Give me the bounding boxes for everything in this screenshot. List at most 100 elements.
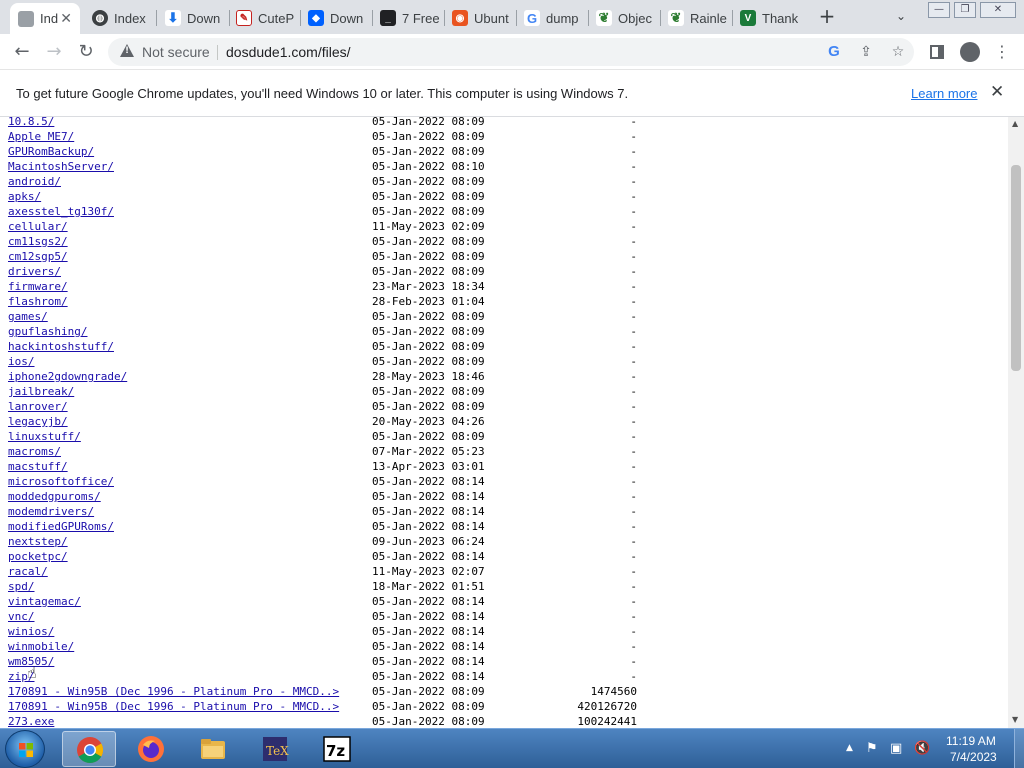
tab[interactable]: ◆ Down — [300, 4, 372, 32]
file-link[interactable]: drivers/ — [8, 264, 61, 279]
profile-avatar-icon[interactable] — [960, 42, 980, 62]
taskbar-7zip-button[interactable]: 7z — [310, 731, 364, 767]
tab[interactable]: ❦ Objec — [588, 4, 660, 32]
v-icon: V — [740, 10, 756, 26]
firefox-icon — [138, 736, 164, 762]
file-link[interactable]: 10.8.5/ — [8, 117, 54, 129]
file-link[interactable]: vnc/ — [8, 609, 35, 624]
tab[interactable]: ⬇ Down — [157, 4, 229, 32]
tab[interactable]: _ 7 Free — [372, 4, 444, 32]
tab[interactable]: ◍ Index — [84, 4, 156, 32]
tab[interactable]: G dump — [516, 4, 588, 32]
taskbar-firefox-button[interactable] — [124, 731, 178, 767]
file-link[interactable]: microsoftoffice/ — [8, 474, 114, 489]
side-panel-icon[interactable] — [930, 45, 944, 59]
scroll-down-arrow-icon[interactable]: ▼ — [1012, 715, 1018, 724]
file-link[interactable]: macroms/ — [8, 444, 61, 459]
file-link[interactable]: hackintoshstuff/ — [8, 339, 114, 354]
taskbar-texmaker-button[interactable]: TeX — [248, 731, 302, 767]
vertical-scrollbar[interactable]: ▲ ▼ — [1008, 117, 1024, 728]
tab-label: Ubunt — [474, 10, 509, 26]
network-icon[interactable]: ▣ — [890, 741, 902, 756]
bookmark-star-icon[interactable]: ☆ — [889, 43, 907, 61]
show-desktop-button[interactable] — [1014, 729, 1024, 768]
file-size: - — [630, 445, 637, 458]
forward-button[interactable]: → — [43, 41, 65, 63]
file-link[interactable]: legacyjb/ — [8, 414, 68, 429]
file-link[interactable]: Apple ME7/ — [8, 129, 74, 144]
file-link[interactable]: 170891 - Win95B (Dec 1996 - Platinum Pro… — [8, 699, 339, 714]
file-link[interactable]: firmware/ — [8, 279, 68, 294]
warning-icon[interactable] — [120, 44, 134, 57]
file-link[interactable]: iphone2gdowngrade/ — [8, 369, 127, 384]
file-link[interactable]: linuxstuff/ — [8, 429, 81, 444]
tab[interactable]: V Thank — [732, 4, 806, 32]
menu-kebab-icon[interactable]: ⋮ — [991, 41, 1013, 63]
learn-more-link[interactable]: Learn more — [911, 86, 977, 101]
file-link[interactable]: flashrom/ — [8, 294, 68, 309]
restore-button[interactable]: ❐ — [954, 2, 976, 18]
tab[interactable]: ❦ Rainle — [660, 4, 732, 32]
file-link[interactable]: 170891 - Win95B (Dec 1996 - Platinum Pro… — [8, 684, 339, 699]
file-link[interactable]: winmobile/ — [8, 639, 74, 654]
url-text[interactable]: dosdude1.com/files/ — [226, 44, 351, 60]
file-link[interactable]: cm11sgs2/ — [8, 234, 68, 249]
file-size: - — [630, 640, 637, 653]
modified-date: 05-Jan-2022 08:09 — [372, 310, 485, 323]
file-link[interactable]: winios/ — [8, 624, 54, 639]
scrollbar-thumb[interactable] — [1011, 165, 1021, 371]
tab-active[interactable]: Ind ✕ — [10, 3, 80, 34]
modified-date: 05-Jan-2022 08:09 — [372, 400, 485, 413]
clock-date[interactable]: 7/4/2023 — [950, 750, 997, 764]
file-link[interactable]: nextstep/ — [8, 534, 68, 549]
taskbar-chrome-button[interactable] — [62, 731, 116, 767]
scroll-up-arrow-icon[interactable]: ▲ — [1012, 119, 1018, 128]
security-label[interactable]: Not secure — [142, 44, 210, 60]
share-icon[interactable]: ⇪ — [857, 43, 875, 61]
address-bar[interactable]: Not secure dosdude1.com/files/ G ⇪ ☆ — [108, 38, 914, 66]
file-link[interactable]: cm12sgp5/ — [8, 249, 68, 264]
file-link[interactable]: cellular/ — [8, 219, 68, 234]
file-link[interactable]: gpuflashing/ — [8, 324, 87, 339]
file-link[interactable]: GPURomBackup/ — [8, 144, 94, 159]
file-link[interactable]: modifiedGPURoms/ — [8, 519, 114, 534]
clock-time[interactable]: 11:19 AM — [946, 734, 996, 748]
action-center-flag-icon[interactable]: ⚑ — [866, 741, 878, 756]
minimize-button[interactable]: — — [928, 2, 950, 18]
file-link[interactable]: games/ — [8, 309, 48, 324]
file-link[interactable]: ios/ — [8, 354, 35, 369]
start-button[interactable] — [5, 730, 45, 768]
tab[interactable]: ◉ Ubunt — [444, 4, 516, 32]
tab-label: Objec — [618, 10, 652, 26]
file-size: - — [630, 490, 637, 503]
file-link[interactable]: 273.exe — [8, 714, 54, 728]
tray-expand-icon[interactable]: ▲ — [846, 743, 853, 753]
file-link[interactable]: racal/ — [8, 564, 48, 579]
google-lens-icon[interactable]: G — [825, 43, 843, 61]
file-link[interactable]: jailbreak/ — [8, 384, 74, 399]
file-link[interactable]: pocketpc/ — [8, 549, 68, 564]
reload-button[interactable]: ↻ — [75, 41, 97, 63]
modified-date: 05-Jan-2022 08:14 — [372, 655, 485, 668]
new-tab-button[interactable]: + — [817, 6, 837, 26]
tab[interactable]: ✎ CuteP — [228, 4, 300, 32]
taskbar-explorer-button[interactable] — [186, 731, 240, 767]
file-link[interactable]: moddedgpuroms/ — [8, 489, 101, 504]
file-link[interactable]: macstuff/ — [8, 459, 68, 474]
file-link[interactable]: modemdrivers/ — [8, 504, 94, 519]
close-window-button[interactable]: ✕ — [980, 2, 1016, 18]
tab-search-icon[interactable]: ⌄ — [896, 9, 906, 23]
file-link[interactable]: lanrover/ — [8, 399, 68, 414]
file-link[interactable]: android/ — [8, 174, 61, 189]
file-link[interactable]: MacintoshServer/ — [8, 159, 114, 174]
back-button[interactable]: ← — [11, 41, 33, 63]
file-link[interactable]: axesstel_tg130f/ — [8, 204, 114, 219]
file-link[interactable]: spd/ — [8, 579, 35, 594]
infobar-close-icon[interactable]: ✕ — [990, 82, 1004, 102]
file-link[interactable]: vintagemac/ — [8, 594, 81, 609]
volume-muted-icon[interactable]: 🔇 — [914, 741, 930, 756]
svg-text:TeX: TeX — [266, 744, 289, 758]
file-link[interactable]: apks/ — [8, 189, 41, 204]
modified-date: 05-Jan-2022 08:14 — [372, 670, 485, 683]
tab-close-icon[interactable]: ✕ — [60, 10, 72, 27]
